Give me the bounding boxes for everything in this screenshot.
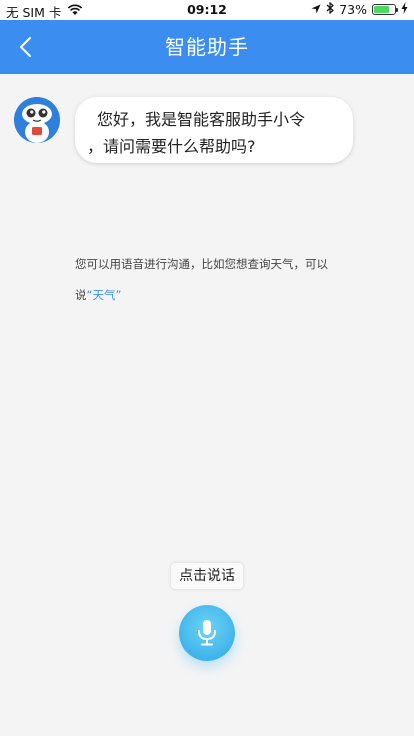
charging-icon [401,2,408,17]
assistant-message-bubble: 您好，我是智能客服助手小令 ，请问需要什么帮助吗? [75,97,353,163]
greeting-line-1: 您好，我是智能客服助手小令 [97,110,306,129]
page-title: 智能助手 [165,35,249,59]
battery-fill [374,6,389,13]
assistant-avatar [14,97,60,143]
battery-icon [372,4,398,15]
location-icon [311,2,321,17]
bluetooth-icon [326,1,335,17]
microphone-button[interactable] [179,605,235,661]
nav-bar: 智能助手 [0,20,414,74]
example-keyword: “天气” [86,288,122,302]
microphone-icon [198,620,216,646]
speak-label: 点击说话 [171,563,243,589]
battery-percent: 73% [339,2,367,17]
robot-icon [14,97,60,143]
voice-hint-line-1: 您可以用语音进行沟通，比如您想查询天气，可以 [75,257,328,271]
voice-hint-line-2: 说“天气” [75,287,121,303]
status-right: 73% [311,1,408,17]
greeting-line-2: ，请问需要什么帮助吗? [87,137,256,156]
status-bar: 无 SIM 卡 09:12 73% [0,0,414,20]
voice-hint-prefix: 说 [75,288,87,302]
